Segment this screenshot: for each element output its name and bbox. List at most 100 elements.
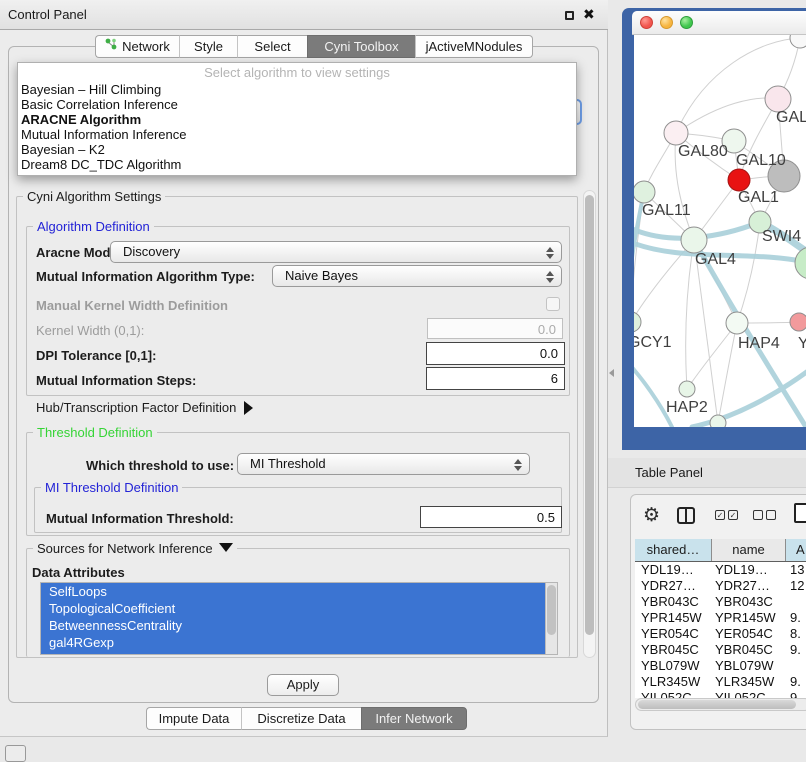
table-row[interactable]: YLR345WYLR345W9. xyxy=(635,674,806,690)
tab-select[interactable]: Select xyxy=(237,35,307,58)
attribute-list-item[interactable]: SelfLoops xyxy=(41,583,546,600)
network-node-y[interactable] xyxy=(790,313,806,331)
apply-button[interactable]: Apply xyxy=(267,674,339,696)
close-icon[interactable]: ✖ xyxy=(583,6,595,23)
table-row[interactable]: YER054CYER054C8. xyxy=(635,626,806,642)
network-node-gcy1[interactable] xyxy=(634,312,641,332)
close-traffic-light-icon[interactable] xyxy=(640,16,653,29)
table-row[interactable]: YIL052CYIL052C9 xyxy=(635,690,806,698)
node-label: GCY1 xyxy=(634,334,672,351)
algorithm-option[interactable]: Bayesian – K2 xyxy=(18,142,576,157)
algorithm-option[interactable]: Mutual Information Inference xyxy=(18,127,576,142)
stepper-arrows-icon xyxy=(546,270,553,284)
table-row[interactable]: YPR145WYPR145W9. xyxy=(635,610,806,626)
table-panel-titlebar: Table Panel xyxy=(608,458,806,488)
mi-type-select[interactable]: Naive Bayes xyxy=(272,265,562,287)
list-scrollbar-thumb[interactable] xyxy=(547,585,556,635)
select-all-icon[interactable]: ✓ xyxy=(715,510,725,520)
manual-kernel-checkbox[interactable] xyxy=(546,297,560,311)
node-label: GAL4 xyxy=(695,251,736,268)
mi-threshold-field[interactable]: 0.5 xyxy=(420,506,562,528)
column-header-shared…[interactable]: shared… xyxy=(635,539,712,561)
settings-scrollbar[interactable] xyxy=(583,190,596,658)
tab-network[interactable]: Network xyxy=(95,35,179,58)
node-label: Y xyxy=(798,335,806,352)
table-row[interactable]: YBL079WYBL079W xyxy=(635,658,806,674)
table-body: YDL19…YDL19…13YDR27…YDR27…12YBR043CYBR04… xyxy=(635,562,806,698)
deselect-all-icon[interactable] xyxy=(753,510,763,520)
float-window-icon[interactable] xyxy=(565,11,574,20)
table-cell: YBL079W xyxy=(635,658,712,674)
gear-icon[interactable]: ⚙ xyxy=(643,504,660,527)
table-cell: YDR27… xyxy=(712,578,786,594)
algorithm-option[interactable]: Bayesian – Hill Climbing xyxy=(18,82,576,97)
deselect-all-icon[interactable] xyxy=(766,510,776,520)
node-label: GAL1 xyxy=(738,189,779,206)
list-scrollbar[interactable] xyxy=(545,583,557,655)
minimize-traffic-light-icon[interactable] xyxy=(660,16,673,29)
network-node-hap2[interactable] xyxy=(679,381,695,397)
mi-type-value: Naive Bayes xyxy=(285,268,358,283)
mi-steps-field[interactable]: 6 xyxy=(426,367,565,390)
control-panel-titlebar: Control Panel ✖ xyxy=(0,0,608,30)
node-label: GAL10 xyxy=(736,152,786,169)
network-node-gal80[interactable] xyxy=(664,121,688,145)
mi-type-label: Mutual Information Algorithm Type: xyxy=(36,269,255,284)
attribute-list-item[interactable]: BetweennessCentrality xyxy=(41,617,546,634)
network-node-gal11[interactable] xyxy=(634,181,655,203)
mi-threshold-label: Mutual Information Threshold: xyxy=(46,511,234,526)
select-all-icon[interactable]: ✓ xyxy=(728,510,738,520)
network-node[interactable] xyxy=(710,415,726,427)
tab-cyni-toolbox[interactable]: Cyni Toolbox xyxy=(307,35,415,58)
network-canvas[interactable]: GALGAL80GAL10GAL1GAL11SWI4GAL4GCY1HAP4YH… xyxy=(634,35,806,427)
network-node-labels: GALGAL80GAL10GAL1GAL11SWI4GAL4GCY1HAP4YH… xyxy=(634,109,806,416)
table-hscrollbar[interactable] xyxy=(635,698,806,711)
network-node-hap4[interactable] xyxy=(726,312,748,334)
attribute-list-item[interactable]: gal4RGexp xyxy=(41,634,546,651)
table-cell: YDL19… xyxy=(635,562,712,578)
table-cell: 9. xyxy=(786,674,806,690)
table-cell: 9. xyxy=(786,642,806,658)
network-node[interactable] xyxy=(795,247,806,279)
table-row[interactable]: YDL19…YDL19…13 xyxy=(635,562,806,578)
tab-infer-network[interactable]: Infer Network xyxy=(361,707,467,730)
tab-discretize-data[interactable]: Discretize Data xyxy=(241,707,361,730)
settings-scrollbar-thumb[interactable] xyxy=(585,195,594,635)
network-window-titlebar xyxy=(632,11,806,35)
sources-collapser[interactable]: Sources for Network Inference xyxy=(33,541,237,556)
zoom-traffic-light-icon[interactable] xyxy=(680,16,693,29)
algorithm-option[interactable]: Basic Correlation Inference xyxy=(18,97,576,112)
collapse-down-icon xyxy=(219,543,233,552)
dpi-tolerance-label: DPI Tolerance [0,1]: xyxy=(36,348,156,363)
table-panel: ⚙ ✓ ✓ shared…nameA YDL19…YDL19…13YDR27…Y… xyxy=(630,494,806,730)
table-row[interactable]: YBR043CYBR043C xyxy=(635,594,806,610)
attribute-list-item[interactable]: TopologicalCoefficient xyxy=(41,600,546,617)
tab-impute-data[interactable]: Impute Data xyxy=(146,707,241,730)
column-header-A[interactable]: A xyxy=(786,539,806,561)
collapsed-panel-icon[interactable] xyxy=(5,745,26,762)
split-columns-icon[interactable] xyxy=(677,507,695,524)
panel-title: Control Panel xyxy=(8,0,87,30)
tab-style[interactable]: Style xyxy=(179,35,237,58)
network-node[interactable] xyxy=(790,35,806,48)
table-row[interactable]: YBR045CYBR045C9. xyxy=(635,642,806,658)
column-header-name[interactable]: name xyxy=(712,539,786,561)
network-node-gal4[interactable] xyxy=(681,227,707,253)
dpi-tolerance-field[interactable]: 0.0 xyxy=(426,342,565,365)
algorithm-option[interactable]: ARACNE Algorithm xyxy=(18,112,576,127)
algorithm-dropdown-popup: Select algorithm to view settings Bayesi… xyxy=(17,62,577,176)
tab-jactivemnodules[interactable]: jActiveMNodules xyxy=(415,35,533,58)
aracne-mode-select[interactable]: Discovery xyxy=(110,241,562,263)
data-attributes-list[interactable]: SelfLoopsTopologicalCoefficientBetweenne… xyxy=(40,582,558,655)
file-icon[interactable] xyxy=(794,503,806,523)
table-row[interactable]: YDR27…YDR27…12 xyxy=(635,578,806,594)
panel-divider-handle[interactable] xyxy=(609,369,614,377)
network-node-gal1[interactable] xyxy=(728,169,750,191)
hub-definition-expander[interactable]: Hub/Transcription Factor Definition xyxy=(36,400,253,415)
which-threshold-select[interactable]: MI Threshold xyxy=(237,453,530,475)
kernel-width-field[interactable]: 0.0 xyxy=(427,318,563,339)
table-hscrollbar-thumb[interactable] xyxy=(638,700,796,709)
algorithm-option[interactable]: Dream8 DC_TDC Algorithm xyxy=(18,157,576,172)
sources-title: Sources for Network Inference xyxy=(37,541,213,556)
table-cell: 9. xyxy=(786,610,806,626)
